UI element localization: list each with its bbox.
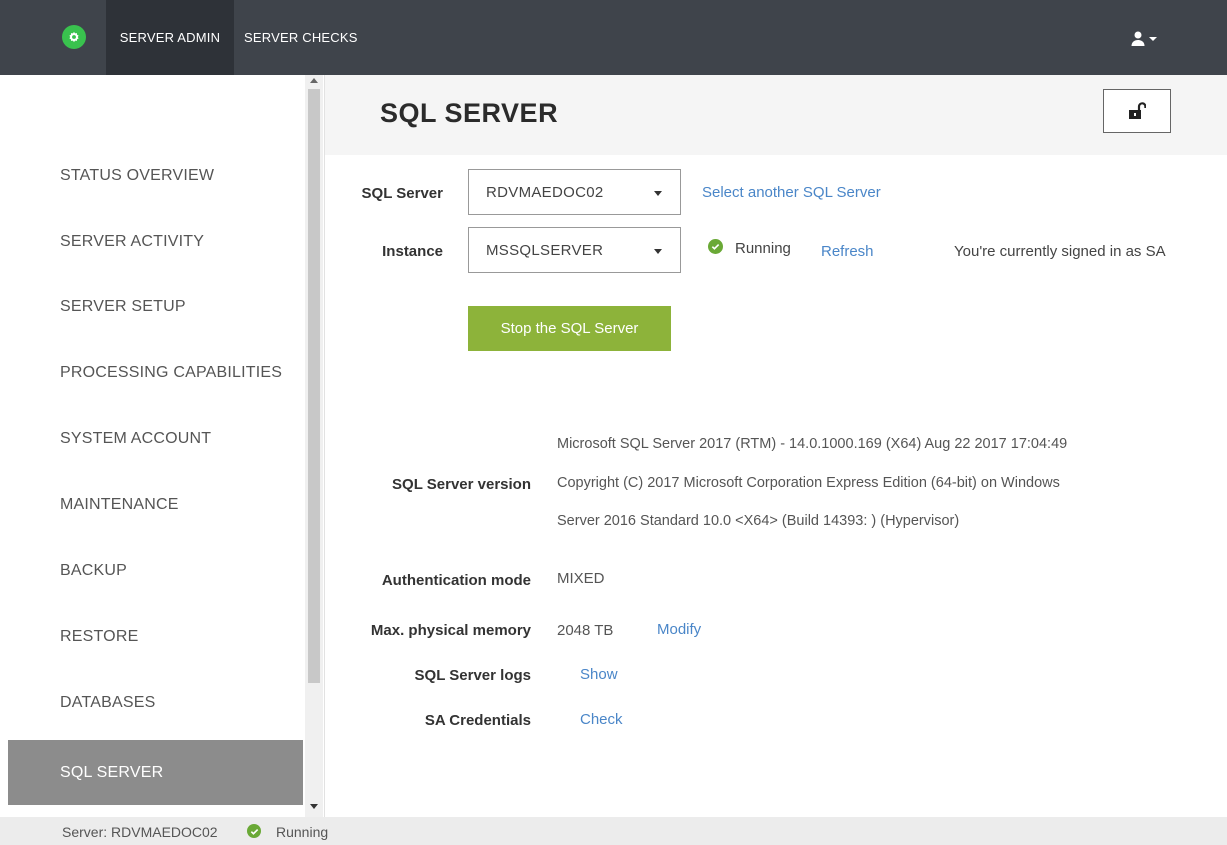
page-title: SQL SERVER: [380, 98, 559, 128]
sidebar-item-databases[interactable]: DATABASES: [8, 670, 303, 735]
sidebar-item-processing-capabilities[interactable]: PROCESSING CAPABILITIES: [8, 340, 303, 405]
sidebar-item-backup[interactable]: BACKUP: [8, 538, 303, 603]
scroll-down-arrow-icon[interactable]: [310, 804, 318, 809]
main-header: SQL SERVER: [325, 75, 1227, 155]
status-server-text: Server: RDVMAEDOC02: [62, 824, 218, 840]
sql-server-select[interactable]: RDVMAEDOC02: [468, 169, 681, 215]
tab-server-admin[interactable]: SERVER ADMIN: [106, 0, 234, 75]
sidebar-item-status-overview[interactable]: STATUS OVERVIEW: [8, 143, 303, 208]
sidebar-item-system-account[interactable]: SYSTEM ACCOUNT: [8, 406, 303, 471]
max-memory-label: Max. physical memory: [370, 622, 531, 639]
signed-in-text: You're currently signed in as SA: [954, 243, 1166, 260]
auth-mode-label: Authentication mode: [381, 572, 531, 589]
sql-server-version-label: SQL Server version: [392, 476, 531, 493]
sql-server-label: SQL Server: [361, 185, 443, 202]
scroll-up-arrow-icon[interactable]: [310, 78, 318, 83]
sidebar-item-maintenance[interactable]: MAINTENANCE: [8, 472, 303, 537]
version-line-1: Microsoft SQL Server 2017 (RTM) - 14.0.1…: [557, 436, 1068, 452]
sql-server-select-value: RDVMAEDOC02: [486, 183, 604, 201]
tab-server-checks[interactable]: SERVER CHECKS: [244, 0, 358, 75]
select-another-server-link[interactable]: Select another SQL Server: [702, 184, 881, 201]
check-circle-icon: [708, 239, 723, 254]
status-running-text: Running: [276, 824, 329, 840]
instance-select-value: MSSQLSERVER: [486, 241, 604, 259]
version-line-2: Copyright (C) 2017 Microsoft Corporation…: [557, 475, 1060, 491]
sa-credentials-label: SA Credentials: [424, 712, 531, 729]
user-icon: [1131, 31, 1145, 46]
max-memory-value: 2048 TB: [557, 622, 614, 639]
sidebar-item-restore[interactable]: RESTORE: [8, 604, 303, 669]
unlock-icon: [1129, 102, 1146, 119]
sidebar-item-server-setup[interactable]: SERVER SETUP: [8, 274, 303, 339]
user-menu[interactable]: [1130, 27, 1164, 49]
scroll-thumb[interactable]: [308, 89, 320, 683]
status-bar: Server: RDVMAEDOC02 Running: [0, 817, 1227, 845]
instance-status-text: Running: [735, 240, 791, 257]
sql-server-logs-label: SQL Server logs: [414, 667, 531, 684]
gear-icon[interactable]: [62, 25, 86, 49]
chevron-down-icon: [654, 191, 662, 196]
auth-mode-value: MIXED: [557, 570, 605, 587]
show-logs-link[interactable]: Show: [580, 666, 618, 683]
sidebar: STATUS OVERVIEW SERVER ACTIVITY SERVER S…: [0, 75, 325, 817]
modify-memory-link[interactable]: Modify: [657, 621, 701, 638]
version-line-3: Server 2016 Standard 10.0 <X64> (Build 1…: [557, 513, 960, 529]
lock-button[interactable]: [1103, 89, 1171, 133]
refresh-link[interactable]: Refresh: [821, 243, 874, 260]
top-navigation-bar: SERVER ADMIN SERVER CHECKS: [0, 0, 1227, 75]
check-circle-icon: [247, 824, 261, 838]
sidebar-item-server-activity[interactable]: SERVER ACTIVITY: [8, 209, 303, 274]
instance-label: Instance: [382, 243, 443, 260]
chevron-down-icon: [654, 249, 662, 254]
stop-sql-server-button[interactable]: Stop the SQL Server: [468, 306, 671, 351]
sidebar-item-sql-server[interactable]: SQL SERVER: [8, 740, 303, 805]
chevron-down-icon: [1149, 37, 1157, 41]
sidebar-scrollbar[interactable]: [305, 75, 323, 817]
check-credentials-link[interactable]: Check: [580, 711, 623, 728]
instance-select[interactable]: MSSQLSERVER: [468, 227, 681, 273]
